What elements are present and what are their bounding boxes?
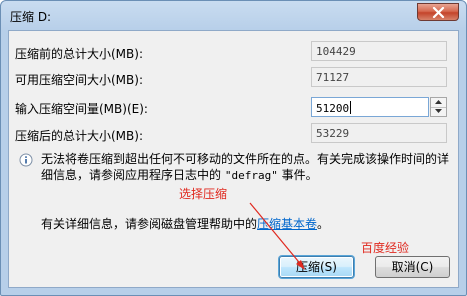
amount-spinner[interactable] xyxy=(430,97,447,117)
text-cursor xyxy=(350,101,352,114)
shrink-basic-volume-link[interactable]: 压缩基本卷 xyxy=(257,217,317,231)
chevron-up-icon xyxy=(435,100,442,104)
close-button[interactable] xyxy=(417,3,459,21)
amount-input-value: 51200 xyxy=(316,102,350,115)
annotation-watermark: 百度经验 xyxy=(361,241,410,255)
window-title: 压缩 D: xyxy=(10,10,52,24)
available-field: 71127 xyxy=(311,67,447,87)
total-after-field: 53229 xyxy=(311,123,447,143)
annotation-select-compress: 选择压缩 xyxy=(179,187,228,201)
amount-label: 输入压缩空间量(MB)(E): xyxy=(15,102,148,116)
close-icon xyxy=(432,7,445,18)
available-label: 可用压缩空间大小(MB): xyxy=(15,73,143,87)
title-bar[interactable]: 压缩 D: xyxy=(1,1,466,31)
amount-input[interactable]: 51200 xyxy=(311,97,429,117)
compress-button[interactable]: 压缩(S) xyxy=(279,256,354,278)
shrink-dialog: 压缩 D: 压缩前的总计大小(MB): 104429 可用压缩空间大小(MB):… xyxy=(0,0,467,296)
info-icon xyxy=(19,153,33,167)
total-after-label: 压缩后的总计大小(MB): xyxy=(15,129,143,143)
total-before-field: 104429 xyxy=(311,41,447,61)
more-info-text: 有关详细信息，请参阅磁盘管理帮助中的压缩基本卷。 xyxy=(41,215,329,232)
dialog-body: 压缩前的总计大小(MB): 104429 可用压缩空间大小(MB): 71127… xyxy=(8,30,459,288)
more-info-suffix: 。 xyxy=(317,217,330,231)
info-text-part2: 事件。 xyxy=(281,168,318,182)
chevron-down-icon xyxy=(435,109,442,113)
more-info-prefix: 有关详细信息，请参阅磁盘管理帮助中的 xyxy=(41,217,258,231)
spin-down-button[interactable] xyxy=(431,107,446,116)
cancel-button[interactable]: 取消(C) xyxy=(375,256,450,278)
total-before-label: 压缩前的总计大小(MB): xyxy=(15,47,143,61)
info-text: 无法将卷压缩到超出任何不可移动的文件所在的点。有关完成该操作时间的详细信息，请参… xyxy=(41,151,451,184)
info-text-quoted: "defrag" xyxy=(224,169,278,182)
